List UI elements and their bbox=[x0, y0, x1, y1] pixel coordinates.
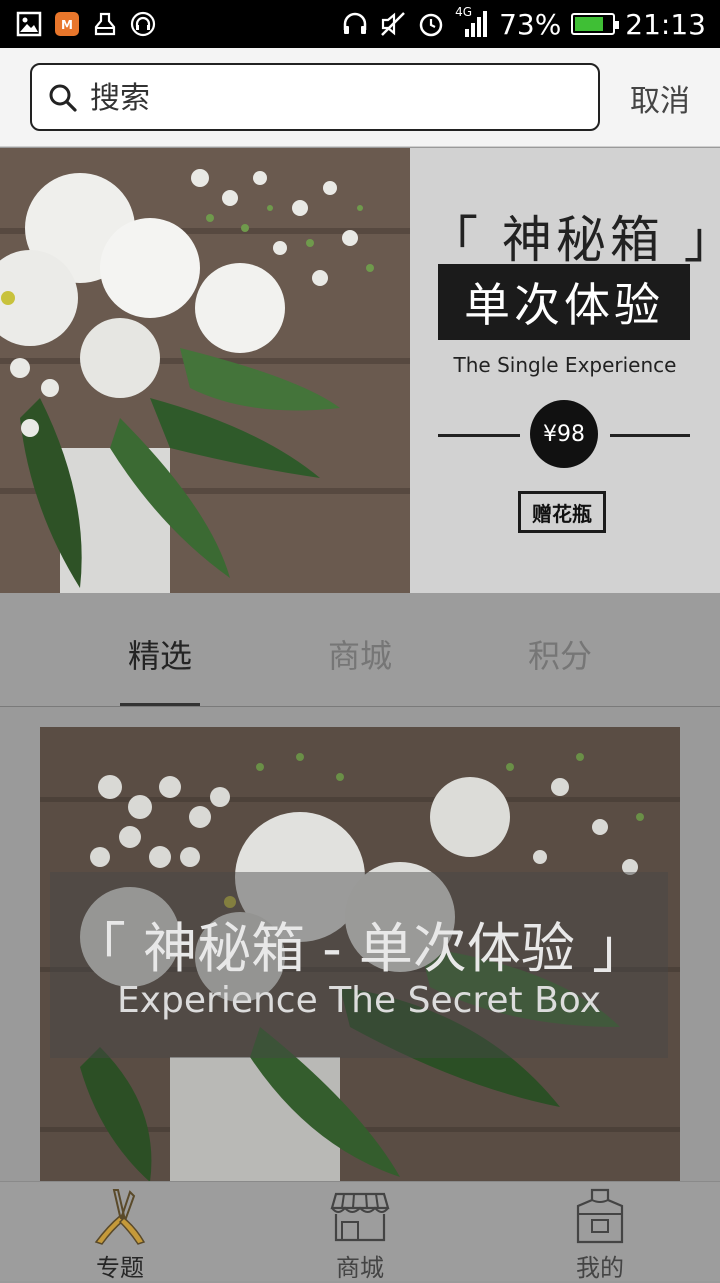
banner-subtitle: 单次体验 bbox=[438, 264, 690, 340]
divider bbox=[438, 434, 520, 437]
alarm-icon bbox=[419, 13, 443, 37]
nav-label-me: 我的 bbox=[576, 1254, 624, 1282]
nav-item-mall[interactable]: 商城 bbox=[300, 1182, 420, 1282]
tab-points[interactable]: 积分 bbox=[490, 631, 630, 677]
divider bbox=[610, 434, 690, 437]
nav-label-mall: 商城 bbox=[336, 1254, 384, 1282]
tab-mall[interactable]: 商城 bbox=[290, 631, 430, 677]
battery-icon bbox=[571, 13, 620, 35]
app-icon: M bbox=[54, 11, 80, 37]
price-badge: ¥98 bbox=[530, 400, 598, 468]
gift-badge: 赠花瓶 bbox=[518, 491, 606, 533]
signal-icon: 4G bbox=[455, 5, 489, 39]
battery-percent: 73% bbox=[499, 7, 562, 41]
search-icon bbox=[49, 84, 77, 112]
nav-item-me[interactable]: 我的 bbox=[540, 1182, 660, 1282]
cancel-button[interactable]: 取消 bbox=[630, 76, 690, 120]
card-caption: 「 神秘箱 - 单次体验 」 Experience The Secret Box bbox=[50, 872, 668, 1058]
pruning-shears-icon bbox=[94, 1189, 146, 1245]
headset-app-icon bbox=[130, 11, 156, 37]
status-left-icons: M bbox=[16, 8, 156, 40]
apron-icon bbox=[576, 1188, 624, 1244]
bottom-nav: 专题 商城 我的 bbox=[0, 1181, 720, 1282]
storefront-icon bbox=[330, 1192, 390, 1242]
mute-icon bbox=[381, 12, 405, 36]
gallery-icon bbox=[16, 11, 42, 37]
clock: 21:13 bbox=[625, 7, 706, 41]
banner-title: 「 神秘箱 」 bbox=[428, 211, 720, 269]
search-bar: 取消 bbox=[0, 48, 720, 147]
card-title: 「 神秘箱 - 单次体验 」 bbox=[71, 917, 647, 980]
status-right: 4G 73% 21:13 bbox=[341, 5, 706, 42]
svg-text:M: M bbox=[61, 18, 73, 32]
nav-label-topics: 专题 bbox=[96, 1254, 144, 1282]
category-tabs: 精选 商城 积分 bbox=[0, 593, 720, 707]
promo-banner[interactable]: 「 神秘箱 」 单次体验 The Single Experience ¥98 赠… bbox=[0, 148, 720, 593]
banner-flower-image bbox=[0, 148, 410, 593]
feature-card[interactable]: 「 神秘箱 - 单次体验 」 Experience The Secret Box bbox=[40, 727, 680, 1182]
nav-item-topics[interactable]: 专题 bbox=[60, 1182, 180, 1282]
headphones-icon bbox=[343, 12, 367, 34]
search-box[interactable] bbox=[30, 63, 600, 131]
status-bar: M 4G 73% 21:13 bbox=[0, 0, 720, 48]
active-tab-indicator bbox=[120, 703, 200, 706]
card-subtitle: Experience The Secret Box bbox=[116, 980, 602, 1021]
search-input[interactable] bbox=[88, 75, 572, 121]
clean-icon bbox=[92, 11, 118, 37]
tab-featured[interactable]: 精选 bbox=[90, 631, 230, 677]
banner-english-subtitle: The Single Experience bbox=[453, 353, 677, 377]
